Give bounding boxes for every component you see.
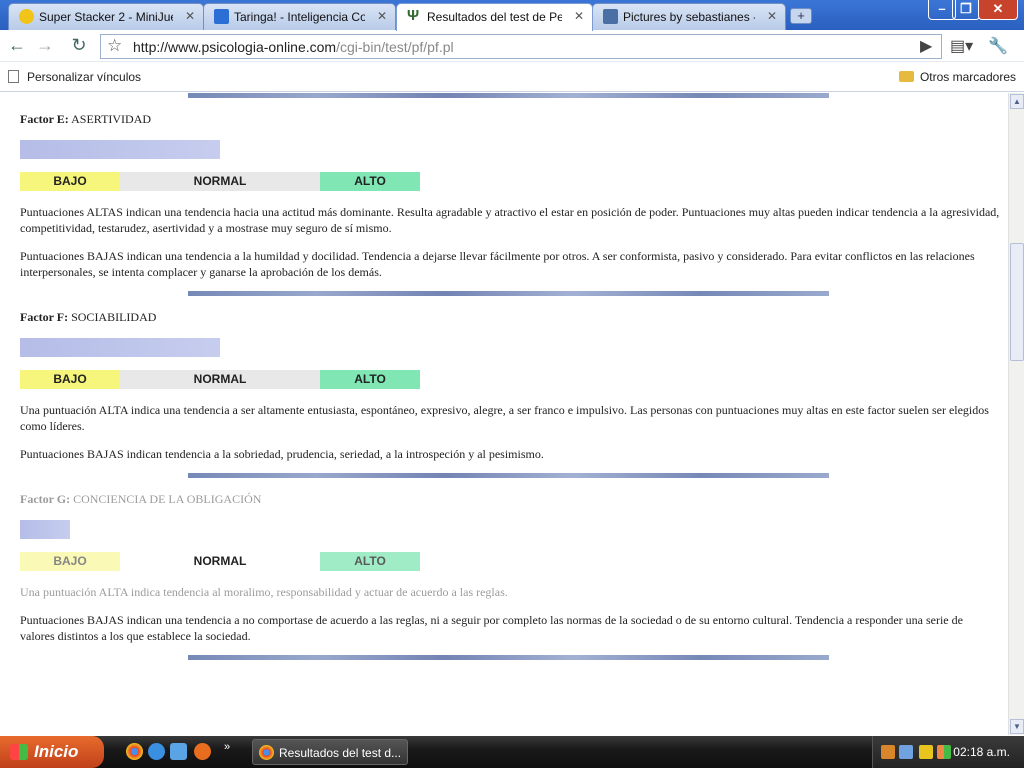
tab-resultados[interactable]: Ψ Resultados del test de Pers... ✕ <box>396 3 593 31</box>
taskbar: Inicio » Resultados del test d... 02:18 … <box>0 736 1024 768</box>
shield-icon[interactable] <box>919 745 933 759</box>
taringa-icon <box>214 9 229 24</box>
go-button[interactable]: ▶ <box>920 36 932 56</box>
factor-g-score-bar <box>20 520 70 539</box>
page-viewport: Factor E: ASERTIVIDAD BAJO NORMAL ALTO P… <box>0 93 1008 735</box>
scroll-up-arrow[interactable]: ▲ <box>1010 94 1024 109</box>
start-button[interactable]: Inicio <box>0 736 104 768</box>
factor-f-score-bar <box>20 338 220 357</box>
tray-app-icon[interactable] <box>881 745 895 759</box>
firefox-icon[interactable] <box>194 743 211 760</box>
section-divider <box>188 291 829 296</box>
factor-e-low-text: Puntuaciones BAJAS indican una tendencia… <box>20 249 975 279</box>
scale-normal: NORMAL <box>120 370 320 389</box>
folder-icon <box>898 71 914 82</box>
tab-label: Super Stacker 2 - MiniJuego... <box>39 10 173 24</box>
section-divider <box>188 93 829 98</box>
windows-flag-icon <box>10 744 28 760</box>
scale-high: ALTO <box>320 172 420 191</box>
tab-strip: Super Stacker 2 - MiniJuego... ✕ Taringa… <box>0 0 1024 31</box>
other-bookmarks-button[interactable]: Otros marcadores <box>898 70 1016 84</box>
scale-high: ALTO <box>320 370 420 389</box>
forward-button[interactable]: → <box>34 35 56 57</box>
security-center-icon[interactable] <box>937 745 951 759</box>
factor-g-title: Factor G: CONCIENCIA DE LA OBLIGACIÓN <box>20 492 262 506</box>
vertical-scrollbar[interactable]: ▲ ▼ <box>1008 93 1024 735</box>
tab-label: Taringa! - Inteligencia Colec... <box>234 10 365 24</box>
url-text: http://www.psicologia-online.com/cgi-bin… <box>133 39 454 55</box>
factor-g-low-text: Puntuaciones BAJAS indican una tendencia… <box>20 613 963 643</box>
psi-icon: Ψ <box>407 7 420 24</box>
factor-g-scale: BAJO NORMAL ALTO <box>20 552 420 571</box>
address-bar[interactable]: ☆ http://www.psicologia-online.com/cgi-b… <box>100 34 942 59</box>
star-icon[interactable]: ☆ <box>107 36 122 56</box>
factor-e-title: Factor E: ASERTIVIDAD <box>20 112 152 126</box>
chrome-icon[interactable] <box>126 743 143 760</box>
new-tab-button[interactable]: + <box>790 8 812 24</box>
scale-normal: NORMAL <box>120 172 320 191</box>
tab-pictures[interactable]: Pictures by sebastianes - Ph... ✕ <box>592 3 786 30</box>
bookmark-personalizar[interactable]: Personalizar vínculos <box>8 70 141 84</box>
more-icon[interactable]: » <box>224 741 241 758</box>
section-divider <box>188 473 829 478</box>
factor-g-high-text: Una puntuación ALTA indica tendencia al … <box>20 585 508 599</box>
toolbar: ← → ↻ ☆ http://www.psicologia-online.com… <box>0 30 1024 62</box>
scale-high: ALTO <box>320 552 420 571</box>
close-icon[interactable]: ✕ <box>767 9 777 23</box>
section-divider <box>188 655 829 660</box>
factor-f-high-text: Una puntuación ALTA indica una tendencia… <box>20 403 989 433</box>
scale-low: BAJO <box>20 172 120 191</box>
chrome-icon <box>259 745 274 760</box>
smiley-icon <box>19 9 34 24</box>
taskbar-window-button[interactable]: Resultados del test d... <box>252 739 408 765</box>
factor-f-title: Factor F: SOCIABILIDAD <box>20 310 157 324</box>
network-icon[interactable] <box>899 745 913 759</box>
factor-f-low-text: Puntuaciones BAJAS indican tendencia a l… <box>20 447 544 461</box>
close-window-button[interactable]: ✕ <box>978 0 1018 20</box>
tab-taringa[interactable]: Taringa! - Inteligencia Colec... ✕ <box>203 3 396 30</box>
factor-e-score-bar <box>20 140 220 159</box>
camera-icon <box>603 9 618 24</box>
back-button[interactable]: ← <box>6 35 28 57</box>
tab-label: Pictures by sebastianes - Ph... <box>623 10 755 24</box>
close-icon[interactable]: ✕ <box>574 9 584 23</box>
ie-icon[interactable] <box>148 743 165 760</box>
page-menu-icon[interactable]: ▤▾ <box>950 36 973 56</box>
wrench-icon[interactable]: 🔧 <box>988 36 1008 56</box>
page-icon <box>8 70 19 83</box>
system-tray: 02:18 a.m. <box>872 736 1024 768</box>
ie7-icon[interactable] <box>170 743 187 760</box>
scroll-thumb[interactable] <box>1010 243 1024 361</box>
factor-f-scale: BAJO NORMAL ALTO <box>20 370 420 389</box>
maximize-button[interactable]: ❐ <box>952 0 980 20</box>
scale-low: BAJO <box>20 370 120 389</box>
scale-normal: NORMAL <box>120 552 320 571</box>
bookmarks-bar: Personalizar vínculos Otros marcadores <box>0 62 1024 92</box>
tab-super-stacker[interactable]: Super Stacker 2 - MiniJuego... ✕ <box>8 3 204 30</box>
clock: 02:18 a.m. <box>953 745 1010 759</box>
close-icon[interactable]: ✕ <box>377 9 387 23</box>
tab-label: Resultados del test de Pers... <box>427 10 562 24</box>
reload-button[interactable]: ↻ <box>68 35 90 57</box>
factor-e-scale: BAJO NORMAL ALTO <box>20 172 420 191</box>
scale-low: BAJO <box>20 552 120 571</box>
factor-e-high-text: Puntuaciones ALTAS indican una tendencia… <box>20 205 1000 235</box>
close-icon[interactable]: ✕ <box>185 9 195 23</box>
scroll-down-arrow[interactable]: ▼ <box>1010 719 1024 734</box>
